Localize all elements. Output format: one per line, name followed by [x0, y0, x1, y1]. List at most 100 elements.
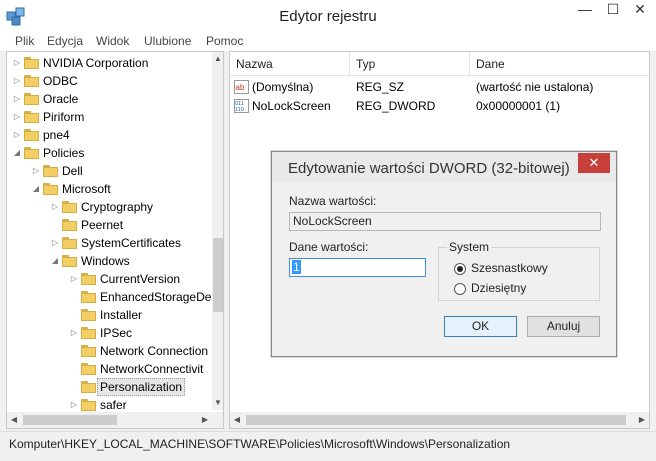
- tree-item[interactable]: NetworkConnectivit: [7, 360, 212, 378]
- expanded-arrow-icon[interactable]: ◢: [50, 252, 60, 270]
- tree-item-label: Installer: [100, 308, 143, 322]
- tree-item-label: Policies: [43, 146, 85, 160]
- collapsed-arrow-icon[interactable]: ▷: [50, 234, 60, 252]
- dialog-close-button[interactable]: ✕: [578, 153, 610, 173]
- menu-view[interactable]: Widok: [96, 34, 129, 48]
- expanded-arrow-icon[interactable]: ◢: [12, 144, 22, 162]
- tree-item[interactable]: ▷ Dell: [7, 162, 212, 180]
- tree-item-label: NetworkConnectivit: [100, 362, 204, 376]
- tree-item-label: Peernet: [81, 218, 124, 232]
- tree-item[interactable]: Installer: [7, 306, 212, 324]
- tree-vertical-scrollbar[interactable]: ▲ ▼: [212, 52, 223, 410]
- expanded-arrow-icon[interactable]: ◢: [31, 180, 41, 198]
- tree-item[interactable]: ▷ Oracle: [7, 90, 212, 108]
- folder-icon: [81, 309, 96, 321]
- folder-icon: [43, 165, 58, 177]
- collapsed-arrow-icon[interactable]: ▷: [12, 108, 22, 126]
- scroll-up-arrow-icon[interactable]: ▲: [212, 52, 223, 66]
- tree-horizontal-scrollbar[interactable]: ◀ ▶: [7, 412, 212, 428]
- folder-icon: [81, 345, 96, 357]
- tree-item-label: CurrentVersion: [100, 272, 181, 286]
- folder-icon: [24, 75, 39, 87]
- radio-decimal-label[interactable]: Dziesiętny: [471, 281, 526, 295]
- tree-item-label: NVIDIA Corporation: [43, 56, 149, 70]
- status-bar: Komputer\HKEY_LOCAL_MACHINE\SOFTWARE\Pol…: [0, 431, 656, 461]
- maximize-button[interactable]: ☐: [599, 0, 627, 21]
- tree-item[interactable]: ▷ CurrentVersion: [7, 270, 212, 288]
- cancel-button[interactable]: Anuluj: [527, 316, 600, 337]
- value-data-input[interactable]: 1: [289, 258, 426, 277]
- string-value-icon: ab: [234, 80, 249, 94]
- menu-help[interactable]: Pomoc: [206, 34, 243, 48]
- folder-icon: [81, 291, 96, 303]
- tree-item-label: Oracle: [43, 92, 79, 106]
- radio-hexadecimal[interactable]: [454, 263, 466, 275]
- values-horizontal-scrollbar[interactable]: ◀ ▶: [230, 412, 649, 428]
- folder-icon: [81, 273, 96, 285]
- value-type: REG_DWORD: [356, 99, 436, 113]
- scroll-thumb[interactable]: [213, 238, 223, 312]
- menu-favorites[interactable]: Ulubione: [144, 34, 191, 48]
- folder-icon: [62, 201, 77, 213]
- dialog-title: Edytowanie wartości DWORD (32-bitowej): [288, 160, 570, 177]
- registry-path: Komputer\HKEY_LOCAL_MACHINE\SOFTWARE\Pol…: [9, 437, 511, 451]
- folder-icon: [24, 129, 39, 141]
- tree-item[interactable]: ▷ IPSec: [7, 324, 212, 342]
- selected-text: 1: [292, 260, 301, 274]
- tree-item[interactable]: Personalization: [7, 378, 212, 396]
- folder-icon: [62, 255, 77, 267]
- value-type: REG_SZ: [356, 80, 405, 94]
- scroll-corner: [212, 412, 223, 428]
- column-data-header[interactable]: Dane: [470, 52, 649, 76]
- tree-item-label: EnhancedStorageDe: [100, 290, 212, 304]
- collapsed-arrow-icon[interactable]: ▷: [31, 162, 41, 180]
- collapsed-arrow-icon[interactable]: ▷: [69, 270, 79, 288]
- value-data: (wartość nie ustalona): [476, 80, 594, 94]
- tree-item[interactable]: ▷ SystemCertificates: [7, 234, 212, 252]
- folder-icon: [43, 183, 58, 195]
- tree-item[interactable]: ◢ Microsoft: [7, 180, 212, 198]
- value-row[interactable]: 011 110 NoLockScreen REG_DWORD 0x0000000…: [230, 97, 649, 116]
- collapsed-arrow-icon[interactable]: ▷: [69, 324, 79, 342]
- tree-item-label: SystemCertificates: [81, 236, 182, 250]
- scroll-thumb[interactable]: [246, 415, 626, 425]
- collapsed-arrow-icon[interactable]: ▷: [50, 198, 60, 216]
- tree-item[interactable]: ▷ Cryptography: [7, 198, 212, 216]
- tree-item[interactable]: ▷ NVIDIA Corporation: [7, 54, 212, 72]
- ok-button[interactable]: OK: [444, 316, 517, 337]
- collapsed-arrow-icon[interactable]: ▷: [12, 126, 22, 144]
- menu-edit[interactable]: Edycja: [47, 34, 83, 48]
- tree-item[interactable]: ◢ Windows: [7, 252, 212, 270]
- collapsed-arrow-icon[interactable]: ▷: [12, 54, 22, 72]
- scroll-right-arrow-icon[interactable]: ▶: [635, 412, 649, 428]
- minimize-button[interactable]: —: [571, 0, 599, 21]
- menu-bar: Plik Edycja Widok Ulubione Pomoc: [0, 32, 656, 51]
- column-name-header[interactable]: Nazwa: [230, 52, 350, 76]
- scroll-thumb[interactable]: [23, 415, 117, 425]
- radio-decimal[interactable]: [454, 283, 466, 295]
- registry-tree[interactable]: ▷ NVIDIA Corporation ▷ ODBC ▷ Oracle ▷ Piriform…: [6, 51, 224, 429]
- tree-item[interactable]: ▷ ODBC: [7, 72, 212, 90]
- scroll-left-arrow-icon[interactable]: ◀: [7, 412, 21, 428]
- menu-file[interactable]: Plik: [15, 34, 34, 48]
- binary-value-icon: 011 110: [234, 99, 249, 113]
- dialog-title-bar: Edytowanie wartości DWORD (32-bitowej) ✕: [272, 152, 616, 182]
- column-type-header[interactable]: Typ: [350, 52, 470, 76]
- tree-item[interactable]: Network Connection: [7, 342, 212, 360]
- folder-icon: [81, 327, 96, 339]
- scroll-right-arrow-icon[interactable]: ▶: [198, 412, 212, 428]
- tree-item[interactable]: ▷ pne4: [7, 126, 212, 144]
- radio-hexadecimal-label[interactable]: Szesnastkowy: [471, 261, 548, 275]
- tree-item[interactable]: ▷ Piriform: [7, 108, 212, 126]
- collapsed-arrow-icon[interactable]: ▷: [12, 90, 22, 108]
- value-row[interactable]: ab (Domyślna) REG_SZ (wartość nie ustalo…: [230, 78, 649, 97]
- collapsed-arrow-icon[interactable]: ▷: [12, 72, 22, 90]
- close-button[interactable]: ✕: [626, 0, 654, 21]
- tree-item[interactable]: Peernet: [7, 216, 212, 234]
- scroll-left-arrow-icon[interactable]: ◀: [230, 412, 244, 428]
- tree-item[interactable]: EnhancedStorageDe: [7, 288, 212, 306]
- scroll-down-arrow-icon[interactable]: ▼: [212, 396, 223, 410]
- tree-item[interactable]: ◢ Policies: [7, 144, 212, 162]
- svg-text:ab: ab: [236, 83, 245, 92]
- folder-icon: [24, 147, 39, 159]
